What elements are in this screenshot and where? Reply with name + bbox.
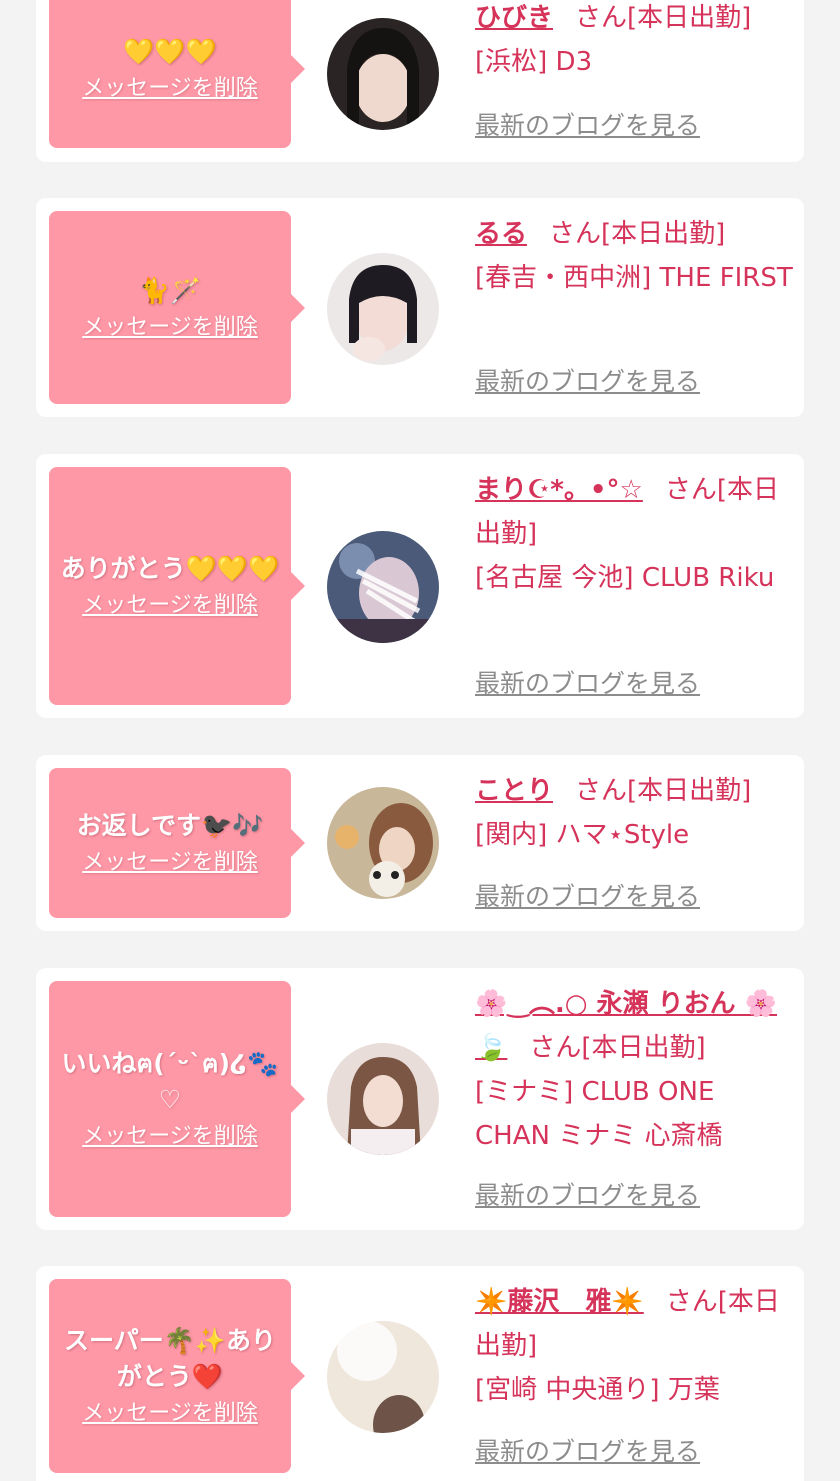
avatar[interactable] <box>327 253 439 365</box>
message-card: ありがとう💛💛💛 メッセージを削除 まり☪︎*。•°☆ さん[本日出勤] [名古屋… <box>36 454 804 718</box>
profile-name-link[interactable]: まり☪︎*。•°☆ <box>475 475 643 505</box>
avatar[interactable] <box>327 531 439 643</box>
latest-blog-link[interactable]: 最新のブログを見る <box>475 364 700 400</box>
shop-label: [名古屋 今池] CLUB Riku <box>475 563 775 593</box>
profile-info: ことり さん[本日出勤] [関内] ハマ⋆Style <box>475 769 793 857</box>
profile-info: 🌸‿︵.○ 永瀬 りおん 🌸🍃 さん[本日出勤] [ミナミ] CLUB ONE C… <box>475 982 793 1158</box>
message-card: お返しです🐦‍⬛🎶 メッセージを削除 ことり さん[本日出勤] [関内] ハマ⋆S… <box>36 755 804 931</box>
latest-blog-link[interactable]: 最新のブログを見る <box>475 1178 700 1214</box>
attendance-label: さん[本日出勤] <box>575 776 752 806</box>
latest-blog-link[interactable]: 最新のブログを見る <box>475 108 700 144</box>
shop-label: [関内] ハマ⋆Style <box>475 820 690 850</box>
profile-name-link[interactable]: ことり <box>475 776 553 806</box>
message-text: ありがとう💛💛💛 <box>60 554 280 583</box>
message-bubble: 🐈🪄 メッセージを削除 <box>49 211 305 404</box>
message-bubble: ありがとう💛💛💛 メッセージを削除 <box>49 467 305 705</box>
delete-message-link[interactable]: メッセージを削除 <box>82 591 258 621</box>
profile-info: ひびき さん[本日出勤] [浜松] D3 <box>475 0 793 84</box>
message-card: 🐈🪄 メッセージを削除 るる さん[本日出勤] [春吉・西中洲] THE FIRS… <box>36 198 804 417</box>
profile-info: ✴️藤沢 雅✴️ さん[本日出勤] [宮崎 中央通り] 万葉 <box>475 1280 793 1412</box>
avatar[interactable] <box>327 1043 439 1155</box>
delete-message-link[interactable]: メッセージを削除 <box>82 313 258 343</box>
message-bubble: 💛💛💛 メッセージを削除 <box>49 0 305 148</box>
profile-name-link[interactable]: ひびき <box>475 3 553 33</box>
shop-label: [浜松] D3 <box>475 47 593 77</box>
profile-info: まり☪︎*。•°☆ さん[本日出勤] [名古屋 今池] CLUB Riku <box>475 468 793 600</box>
profile-info: るる さん[本日出勤] [春吉・西中洲] THE FIRST <box>475 212 793 300</box>
message-text: お返しです🐦‍⬛🎶 <box>76 811 264 840</box>
message-card: スーパー🌴✨ありがとう❤️ メッセージを削除 ✴️藤沢 雅✴️ さん[本日出勤] … <box>36 1266 804 1481</box>
attendance-label: さん[本日出勤] <box>549 219 726 249</box>
attendance-label: さん[本日出勤] <box>529 1033 706 1063</box>
avatar[interactable] <box>327 787 439 899</box>
message-card: 💛💛💛 メッセージを削除 ひびき さん[本日出勤] [浜松] D3 最新のブログを… <box>36 0 804 162</box>
latest-blog-link[interactable]: 最新のブログを見る <box>475 1434 700 1470</box>
profile-name-link[interactable]: るる <box>475 219 527 249</box>
avatar[interactable] <box>327 1321 439 1433</box>
latest-blog-link[interactable]: 最新のブログを見る <box>475 666 700 702</box>
message-text: 🐈🪄 <box>138 275 202 305</box>
shop-label: [ミナミ] CLUB ONE CHAN ミナミ 心斎橋 <box>475 1077 723 1151</box>
delete-message-link[interactable]: メッセージを削除 <box>82 1122 258 1152</box>
message-bubble: お返しです🐦‍⬛🎶 メッセージを削除 <box>49 768 305 918</box>
message-card: いいねฅ(´ᵕ`ฅ)໒🐾♡ メッセージを削除 🌸‿︵.○ 永瀬 りおん 🌸🍃 さん… <box>36 968 804 1230</box>
delete-message-link[interactable]: メッセージを削除 <box>82 1399 258 1429</box>
shop-label: [春吉・西中洲] THE FIRST <box>475 263 793 293</box>
message-bubble: いいねฅ(´ᵕ`ฅ)໒🐾♡ メッセージを削除 <box>49 981 305 1217</box>
profile-name-link[interactable]: ✴️藤沢 雅✴️ <box>475 1287 644 1317</box>
delete-message-link[interactable]: メッセージを削除 <box>82 74 258 104</box>
latest-blog-link[interactable]: 最新のブログを見る <box>475 879 700 915</box>
delete-message-link[interactable]: メッセージを削除 <box>82 848 258 878</box>
avatar[interactable] <box>327 18 439 130</box>
message-text: 💛💛💛 <box>123 37 217 66</box>
message-bubble: スーパー🌴✨ありがとう❤️ メッセージを削除 <box>49 1279 305 1473</box>
message-text: スーパー🌴✨ありがとう❤️ <box>63 1326 276 1391</box>
message-text: いいねฅ(´ᵕ`ฅ)໒🐾♡ <box>61 1049 279 1114</box>
shop-label: [宮崎 中央通り] 万葉 <box>475 1375 720 1405</box>
attendance-label: さん[本日出勤] <box>575 3 752 33</box>
